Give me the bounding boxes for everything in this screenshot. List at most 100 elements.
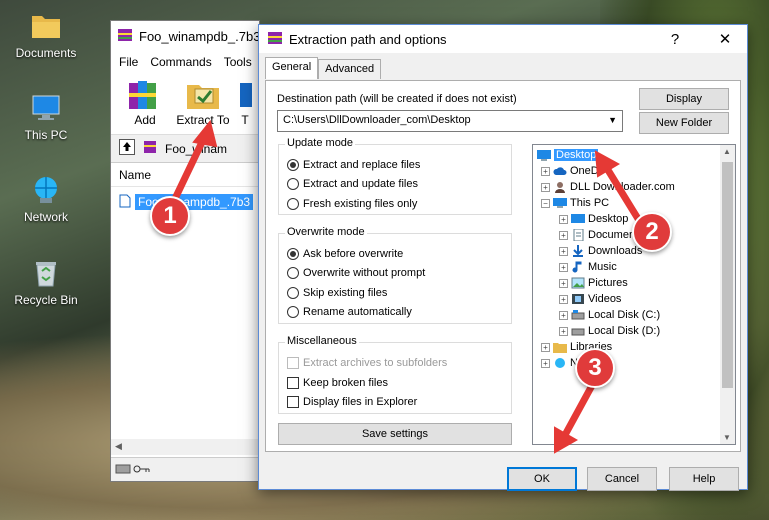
menu-tools[interactable]: Tools <box>224 55 252 69</box>
winrar-path[interactable]: Foo_winam <box>165 142 227 156</box>
add-label: Add <box>134 113 156 127</box>
radio-fresh-existing[interactable]: Fresh existing files only <box>287 198 417 210</box>
folder-tree[interactable]: Desktop + OneDr + DLL Downloader.com − T… <box>532 144 736 445</box>
checkbox <box>287 357 299 369</box>
expand-icon[interactable]: + <box>559 294 568 304</box>
new-folder-button[interactable]: New Folder <box>639 112 729 134</box>
menu-commands[interactable]: Commands <box>150 55 211 69</box>
option-label: Overwrite without prompt <box>303 267 426 279</box>
tree-node-local-disk-c[interactable]: + Local Disk (C:) <box>559 307 660 323</box>
expand-icon[interactable]: + <box>559 310 568 320</box>
expand-icon[interactable]: + <box>559 214 568 224</box>
scrollbar-thumb[interactable] <box>722 162 733 388</box>
tree-node-documents[interactable]: + Document <box>559 227 638 243</box>
desktop-icon-network[interactable]: Network <box>6 174 86 224</box>
radio-button[interactable] <box>287 198 299 210</box>
tab-advanced[interactable]: Advanced <box>318 59 382 79</box>
option-label: Extract and replace files <box>303 159 421 171</box>
collapse-icon[interactable]: − <box>541 198 550 208</box>
toolbar-partial-label: T <box>241 113 249 127</box>
cancel-button[interactable]: Cancel <box>587 467 657 491</box>
help-title-button[interactable]: ? <box>653 25 697 53</box>
radio-button[interactable] <box>287 248 299 260</box>
winrar-toolbar: Add Extract To T <box>111 73 259 135</box>
checkbox-display-in-explorer[interactable]: Display files in Explorer <box>287 396 417 408</box>
expand-icon[interactable]: + <box>559 246 568 256</box>
folder-documents-icon <box>30 10 62 42</box>
checkbox[interactable] <box>287 377 299 389</box>
desktop-icon-label: Network <box>23 210 68 224</box>
checkbox-keep-broken-files[interactable]: Keep broken files <box>287 377 388 389</box>
expand-icon[interactable]: + <box>541 166 550 176</box>
radio-button[interactable] <box>287 287 299 299</box>
tree-node-label: DLL Downloader.com <box>570 181 675 193</box>
radio-button[interactable] <box>287 178 299 190</box>
tree-node-pc-desktop[interactable]: + Desktop <box>559 211 628 227</box>
radio-extract-replace[interactable]: Extract and replace files <box>287 159 420 171</box>
dialog-titlebar[interactable]: Extraction path and options ? ✕ <box>259 25 747 53</box>
radio-button[interactable] <box>287 267 299 279</box>
document-icon <box>571 228 585 242</box>
help-button[interactable]: Help <box>669 467 739 491</box>
miscellaneous-title: Miscellaneous <box>285 335 359 347</box>
destination-path-combobox[interactable]: C:\Users\DllDownloader_com\Desktop ▼ <box>277 110 623 132</box>
extract-folder-icon <box>183 77 223 111</box>
radio-overwrite-without-prompt[interactable]: Overwrite without prompt <box>287 267 425 279</box>
radio-rename-automatically[interactable]: Rename automatically <box>287 306 412 318</box>
checkbox[interactable] <box>287 396 299 408</box>
option-label: Fresh existing files only <box>303 198 418 210</box>
scroll-left-arrow-icon[interactable]: ◀ <box>115 441 122 452</box>
tree-node-label: Downloads <box>588 245 643 257</box>
desktop-icon-this-pc[interactable]: This PC <box>6 92 86 142</box>
tree-vertical-scrollbar[interactable]: ▲ ▼ <box>720 145 735 444</box>
column-header-name[interactable]: Name <box>111 163 259 187</box>
add-button[interactable]: Add <box>119 73 171 134</box>
expand-icon[interactable]: + <box>559 326 568 336</box>
expand-icon[interactable]: + <box>559 262 568 272</box>
scroll-down-arrow-icon[interactable]: ▼ <box>723 433 731 442</box>
tree-node-desktop[interactable]: Desktop <box>537 147 599 163</box>
desktop-icon-recycle-bin[interactable]: Recycle Bin <box>6 257 86 307</box>
expand-icon[interactable]: + <box>541 358 550 368</box>
radio-button[interactable] <box>287 306 299 318</box>
radio-button[interactable] <box>287 159 299 171</box>
network-icon <box>553 357 567 369</box>
tab-general[interactable]: General <box>265 57 319 79</box>
column-name-label: Name <box>119 167 152 182</box>
radio-skip-existing[interactable]: Skip existing files <box>287 287 387 299</box>
network-icon <box>30 174 62 206</box>
horizontal-scrollbar[interactable]: ◀ <box>111 439 259 455</box>
radio-ask-before-overwrite[interactable]: Ask before overwrite <box>287 248 403 260</box>
display-button[interactable]: Display <box>639 88 729 110</box>
file-row[interactable]: Foo_winampdb_.7b3 <box>119 193 259 211</box>
option-label: Extract archives to subfolders <box>303 357 448 369</box>
music-note-icon <box>571 261 585 273</box>
tree-node-pictures[interactable]: + Pictures <box>559 275 628 291</box>
expand-icon[interactable]: + <box>541 182 550 192</box>
desktop-icon-documents[interactable]: Documents <box>6 10 86 60</box>
expand-icon[interactable]: + <box>541 342 550 352</box>
tree-node-onedrive[interactable]: + OneDr <box>541 163 602 179</box>
dialog-tabs: General Advanced <box>265 57 382 79</box>
expand-icon[interactable]: + <box>559 230 568 240</box>
toolbar-button-partial[interactable]: T <box>235 73 255 134</box>
up-folder-icon[interactable] <box>119 139 135 158</box>
callout-3: 3 <box>575 348 615 388</box>
scroll-up-arrow-icon[interactable]: ▲ <box>723 147 731 156</box>
tree-node-music[interactable]: + Music <box>559 259 617 275</box>
drive-key-icon[interactable] <box>115 462 151 479</box>
extract-to-button[interactable]: Extract To <box>175 73 231 134</box>
expand-icon[interactable]: + <box>559 278 568 288</box>
tree-node-local-disk-d[interactable]: + Local Disk (D:) <box>559 323 660 339</box>
tree-node-this-pc[interactable]: − This PC <box>541 195 609 211</box>
radio-extract-update[interactable]: Extract and update files <box>287 178 418 190</box>
chevron-down-icon[interactable]: ▼ <box>608 115 617 125</box>
menu-file[interactable]: File <box>119 55 138 69</box>
save-settings-button[interactable]: Save settings <box>278 423 512 445</box>
tree-node-videos[interactable]: + Videos <box>559 291 621 307</box>
close-button[interactable]: ✕ <box>703 25 747 53</box>
tree-node-user[interactable]: + DLL Downloader.com <box>541 179 675 195</box>
winrar-titlebar[interactable]: Foo_winampdb_.7b3 <box>111 21 260 51</box>
tree-node-downloads[interactable]: + Downloads <box>559 243 642 259</box>
ok-button[interactable]: OK <box>507 467 577 491</box>
